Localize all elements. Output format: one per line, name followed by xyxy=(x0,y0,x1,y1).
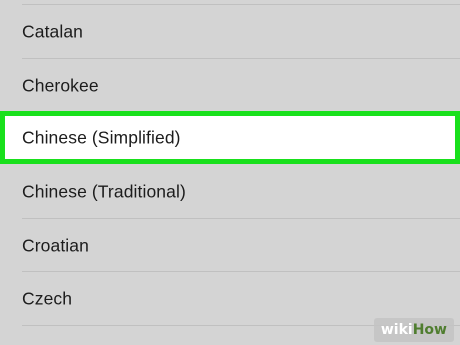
list-item-cherokee[interactable]: Cherokee xyxy=(0,59,460,112)
wikihow-watermark: wiki How xyxy=(373,318,454,342)
language-list: Catalan Cherokee Chinese (Simplified) Ch… xyxy=(0,0,460,345)
list-item-chinese-traditional[interactable]: Chinese (Traditional) xyxy=(0,165,460,218)
list-item-label: Chinese (Traditional) xyxy=(22,181,186,201)
list-item-label: Catalan xyxy=(22,21,84,41)
watermark-wiki: wiki xyxy=(380,322,413,338)
list-item-croatian[interactable]: Croatian xyxy=(0,219,460,272)
list-item-catalan[interactable]: Catalan xyxy=(0,5,460,58)
list-item-label: Chinese (Simplified) xyxy=(22,127,181,147)
watermark-how: How xyxy=(412,322,447,338)
list-item-label: Czech xyxy=(22,288,73,308)
list-item-label: Cherokee xyxy=(22,75,99,95)
list-item-label: Croatian xyxy=(22,235,89,255)
list-item-chinese-simplified[interactable]: Chinese (Simplified) xyxy=(0,111,460,164)
